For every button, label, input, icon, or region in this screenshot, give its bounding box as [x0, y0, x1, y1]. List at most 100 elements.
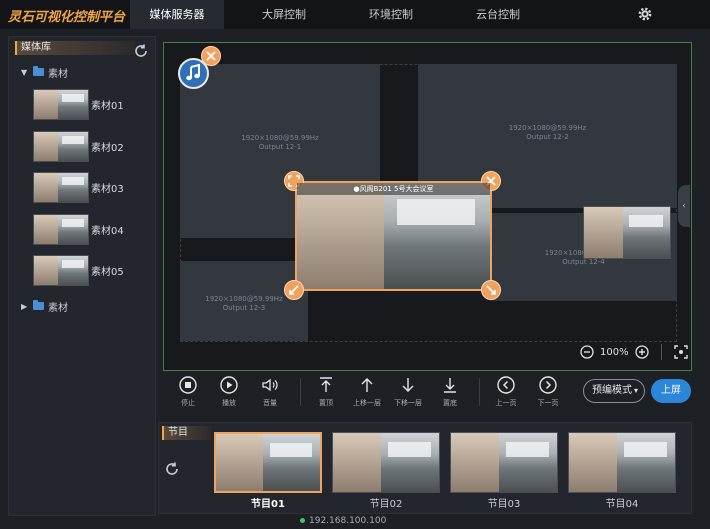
- library-title: 媒体库: [15, 41, 135, 55]
- chevron-left-icon: [497, 376, 515, 394]
- program-item-03[interactable]: 节目03: [450, 432, 558, 510]
- zoom-in-icon[interactable]: [634, 345, 649, 359]
- button-label: 下移一层: [394, 399, 422, 407]
- prev-page-button[interactable]: 上一页: [487, 376, 525, 408]
- resize-handle-bottom-right[interactable]: [481, 280, 501, 300]
- tab-environment[interactable]: 环境控制: [344, 0, 438, 29]
- bring-to-front-icon: [320, 377, 332, 392]
- apply-to-screen-button[interactable]: 上屏: [651, 379, 691, 403]
- list-item-material-03[interactable]: 素材03: [33, 172, 124, 203]
- output-name: Output 12-1: [258, 143, 302, 151]
- button-label: 上移一层: [353, 399, 381, 407]
- stop-icon: [179, 376, 197, 394]
- divider: [660, 344, 662, 360]
- output-12-3[interactable]: 1920×1080@59.99Hz Output 12-3: [180, 261, 308, 341]
- refresh-icon[interactable]: [133, 43, 149, 59]
- volume-button[interactable]: 音量: [251, 376, 289, 408]
- video-window[interactable]: ●风阁B201 5号大会议室: [295, 181, 492, 291]
- next-page-button[interactable]: 下一页: [529, 376, 567, 408]
- program-label: 节目04: [605, 499, 639, 510]
- arrow-down-icon: [402, 378, 414, 392]
- resize-icon: [289, 285, 299, 295]
- move-up-button[interactable]: 上移一层: [348, 376, 386, 408]
- folder-materials-2[interactable]: ▶ 素材: [21, 299, 68, 314]
- list-item-material-05[interactable]: 素材05: [33, 255, 124, 286]
- move-down-button[interactable]: 下移一层: [389, 376, 427, 408]
- zoom-controls: 100%: [580, 344, 688, 360]
- close-icon: [206, 51, 216, 61]
- program-label: 节目02: [369, 499, 403, 510]
- zoom-out-icon[interactable]: [580, 345, 594, 359]
- divider: [300, 378, 301, 406]
- gear-icon[interactable]: [637, 6, 653, 22]
- play-button[interactable]: 播放: [210, 376, 248, 408]
- collapse-panel-tab[interactable]: ‹: [678, 185, 690, 227]
- item-label: 素材05: [91, 267, 124, 278]
- media-library-panel: 媒体库 ▼ 素材 素材01 素材02 素材03 素材04 素材05 ▶ 素材: [8, 36, 156, 516]
- tab-ptz[interactable]: 云台控制: [451, 0, 545, 29]
- thumbnail: [33, 89, 89, 120]
- thumbnail: [450, 432, 558, 493]
- program-label: 节目01: [251, 499, 285, 510]
- folder-materials-1[interactable]: ▼ 素材: [21, 65, 68, 80]
- send-to-back-button[interactable]: 置底: [431, 376, 469, 408]
- item-label: 素材01: [91, 101, 124, 112]
- program-item-04[interactable]: 节目04: [568, 432, 676, 510]
- resize-icon: [486, 285, 496, 295]
- zoom-level: 100%: [600, 346, 629, 358]
- output-preview-thumbnail: [583, 206, 671, 259]
- program-panel: 节目 节目01 节目02 节目03 节目04: [158, 422, 692, 514]
- tab-media-server[interactable]: 媒体服务器: [130, 0, 224, 29]
- server-ip: 192.168.100.100: [309, 516, 387, 526]
- thumbnail: [332, 432, 440, 493]
- item-label: 素材02: [91, 143, 124, 154]
- list-item-material-02[interactable]: 素材02: [33, 131, 124, 162]
- folder-icon: [33, 300, 44, 310]
- tab-big-screen[interactable]: 大屏控制: [237, 0, 331, 29]
- connection-status: 192.168.100.100: [300, 516, 386, 526]
- button-label: 停止: [181, 399, 195, 407]
- thumbnail: [33, 214, 89, 245]
- top-bar: 灵石可视化控制平台 媒体服务器 大屏控制 环境控制 云台控制: [0, 0, 710, 29]
- close-audio-layer-button[interactable]: [201, 46, 221, 66]
- resize-handle-bottom-left[interactable]: [284, 280, 304, 300]
- program-item-01[interactable]: 节目01: [214, 432, 322, 510]
- folder-label: 素材: [48, 302, 68, 314]
- play-icon: [220, 376, 238, 394]
- thumbnail: [33, 172, 89, 203]
- item-label: 素材03: [91, 184, 124, 195]
- window-title: ●风阁B201 5号大会议室: [297, 183, 490, 195]
- thumbnail: [568, 432, 676, 493]
- list-item-material-04[interactable]: 素材04: [33, 214, 124, 245]
- arrow-up-icon: [361, 378, 373, 392]
- chevron-left-icon: ‹: [682, 201, 686, 210]
- output-name: Output 12-4: [562, 258, 605, 266]
- music-note-icon: [186, 63, 200, 81]
- online-dot-icon: [300, 518, 305, 523]
- button-label: 置顶: [319, 399, 333, 407]
- button-label: 置底: [443, 399, 457, 407]
- fit-screen-icon[interactable]: [673, 345, 688, 359]
- item-label: 素材04: [91, 226, 124, 237]
- thumbnail: [33, 255, 89, 286]
- thumbnail: [33, 131, 89, 162]
- output-name: Output 12-2: [526, 133, 569, 141]
- brand-title: 灵石可视化控制平台: [8, 10, 126, 25]
- bring-to-front-button[interactable]: 置顶: [307, 376, 345, 408]
- stop-button[interactable]: 停止: [169, 376, 207, 408]
- folder-icon: [33, 66, 44, 76]
- refresh-icon[interactable]: [164, 461, 180, 477]
- mode-select[interactable]: 预编模式: [583, 379, 645, 403]
- program-item-02[interactable]: 节目02: [332, 432, 440, 510]
- button-label: 下一页: [537, 399, 559, 407]
- button-label: 音量: [263, 399, 277, 407]
- list-item-material-01[interactable]: 素材01: [33, 89, 124, 120]
- folder-label: 素材: [48, 68, 68, 80]
- output-resolution: 1920×1080@59.99Hz: [508, 124, 587, 132]
- chevron-down-icon: ▼: [21, 67, 28, 77]
- thumbnail: [214, 432, 322, 493]
- button-label: 上一页: [495, 399, 517, 407]
- window-content: [297, 183, 490, 289]
- program-title: 节目: [162, 426, 212, 440]
- output-name: Output 12-3: [222, 304, 266, 312]
